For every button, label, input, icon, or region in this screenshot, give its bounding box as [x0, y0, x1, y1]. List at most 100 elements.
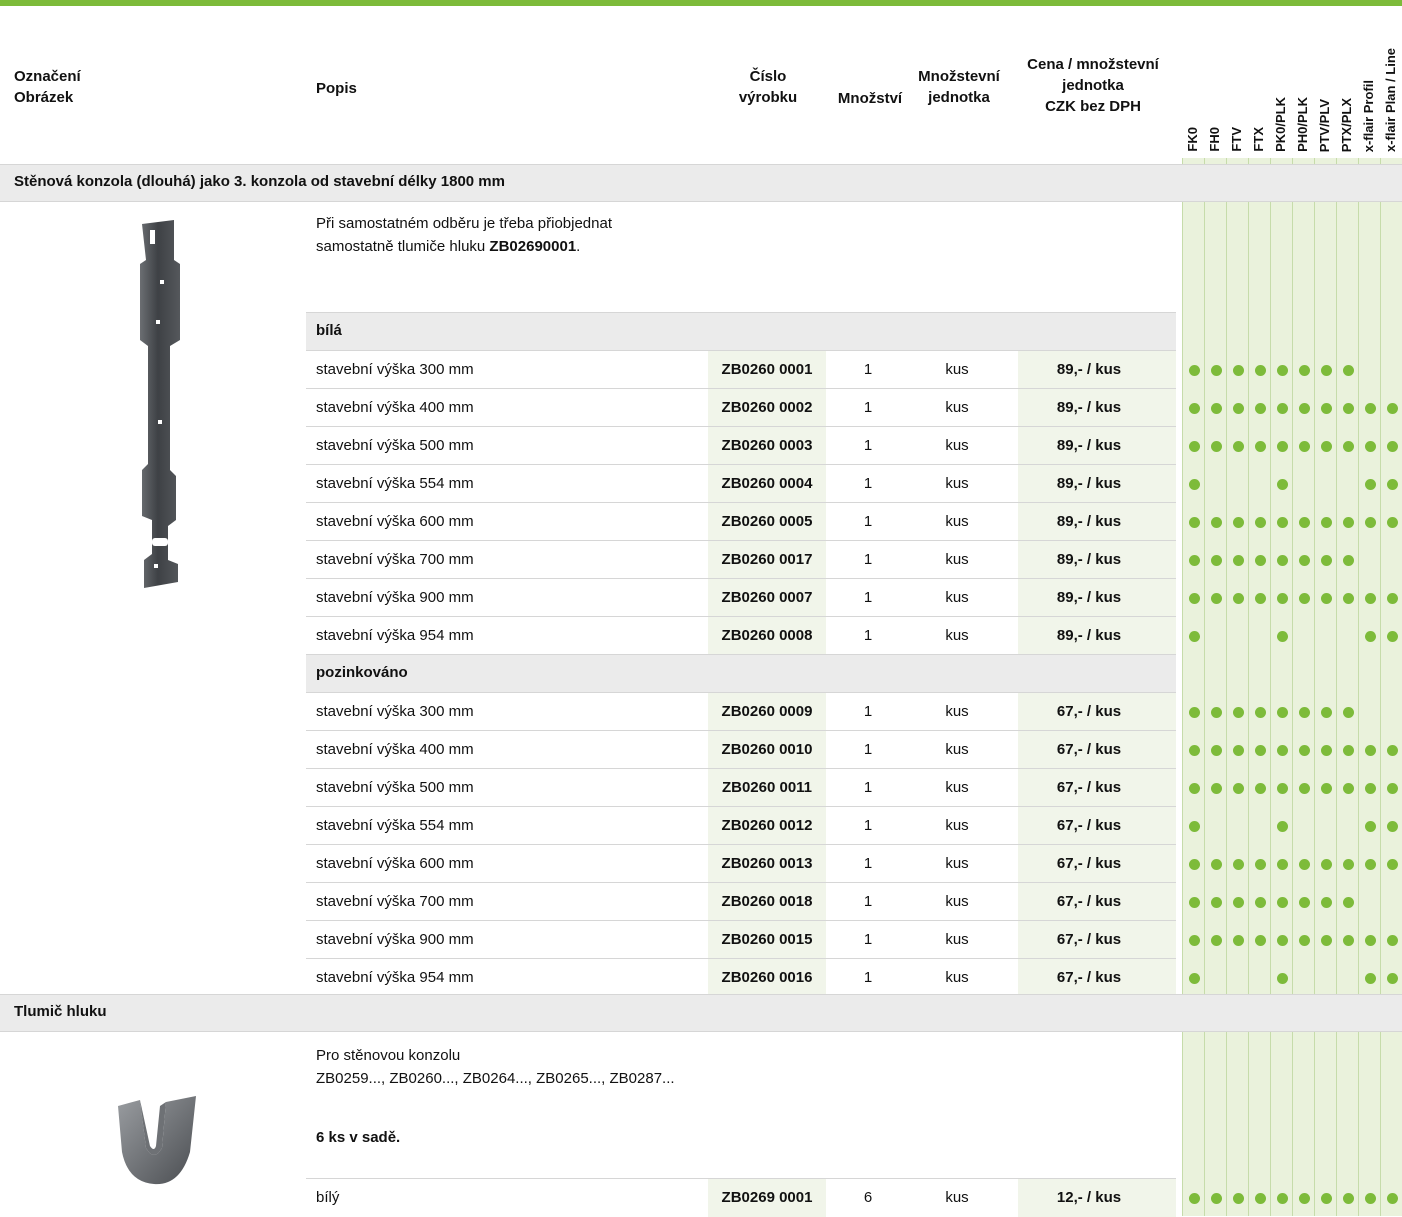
- header-oznaceni-label: Označení: [14, 68, 81, 85]
- cell-mj: kus: [945, 551, 969, 568]
- compatibility-dot: [1233, 745, 1244, 756]
- cell-popis: stavební výška 600 mm: [316, 513, 474, 530]
- table-row: stavební výška 400 mm ZB0260 0002 1 kus 89,-…: [306, 388, 1176, 427]
- wall-bracket-image: [134, 220, 192, 595]
- cell-mj: kus: [945, 969, 969, 986]
- compatibility-row: [1176, 958, 1402, 996]
- compatibility-dot: [1299, 745, 1310, 756]
- cell-mj: kus: [945, 399, 969, 416]
- column-header-label: x-flair Profil: [1361, 79, 1376, 152]
- section2-description: Pro stěnovou konzolu ZB0259..., ZB0260..…: [316, 1044, 675, 1149]
- header-cena: Cena / množstevní jednotka CZK bez DPH: [1016, 54, 1170, 117]
- compatibility-dot: [1387, 517, 1398, 528]
- compatibility-dot: [1233, 1193, 1244, 1204]
- header-cena-line2: jednotka: [1062, 77, 1124, 94]
- compatibility-dot: [1211, 403, 1222, 414]
- compatibility-dot: [1255, 555, 1266, 566]
- column-header-label: x-flair Plan / Line: [1383, 47, 1398, 152]
- compatibility-dot: [1299, 783, 1310, 794]
- cell-cena: 67,- / kus: [1056, 741, 1122, 758]
- cell-cislo: ZB0260 0011: [721, 779, 813, 796]
- table-row: bílý ZB0269 0001 6 kus 12,- / kus: [306, 1178, 1176, 1217]
- table-row: stavební výška 600 mm ZB0260 0005 1 kus 89,-…: [306, 502, 1176, 541]
- cell-popis: stavební výška 700 mm: [316, 551, 474, 568]
- compatibility-dot: [1343, 1193, 1354, 1204]
- compatibility-dot: [1277, 783, 1288, 794]
- compatibility-row: [1176, 692, 1402, 730]
- cell-popis: stavební výška 500 mm: [316, 437, 474, 454]
- section1-desc-line1: Při samostatném odběru je třeba přiobjed…: [316, 215, 613, 232]
- compatibility-dot: [1365, 821, 1376, 832]
- table-row: stavební výška 600 mm ZB0260 0013 1 kus 67,-…: [306, 844, 1176, 883]
- header-mj-line1: Množstevní: [918, 68, 1000, 85]
- cell-cislo: ZB0269 0001: [721, 1189, 813, 1206]
- column-header: FTX: [1248, 8, 1270, 158]
- cell-cena: 89,- / kus: [1056, 399, 1122, 416]
- compatibility-dot: [1211, 555, 1222, 566]
- column-header: PK0/PLK: [1270, 8, 1292, 158]
- compatibility-dot: [1343, 745, 1354, 756]
- compatibility-dot: [1277, 707, 1288, 718]
- compatibility-dot: [1387, 821, 1398, 832]
- compatibility-dot: [1321, 1193, 1332, 1204]
- compatibility-dot: [1321, 859, 1332, 870]
- compatibility-dot: [1387, 935, 1398, 946]
- cell-popis: stavební výška 400 mm: [316, 741, 474, 758]
- cell-mn: 1: [863, 551, 873, 568]
- compatibility-dot: [1299, 365, 1310, 376]
- compatibility-dot: [1189, 555, 1200, 566]
- compatibility-row: [1176, 920, 1402, 958]
- compatibility-dot: [1277, 555, 1288, 566]
- compatibility-dot: [1233, 593, 1244, 604]
- compatibility-dot: [1343, 593, 1354, 604]
- column-header: PTX/PLX: [1336, 8, 1358, 158]
- column-header-label: PH0/PLK: [1295, 97, 1310, 152]
- cell-mj: kus: [945, 361, 969, 378]
- compatibility-row: [1176, 464, 1402, 502]
- cell-mn: 1: [863, 969, 873, 986]
- compatibility-headers: FK0 FH0 FTV FTX PK0/PLK PH0/PLK PTV/PLV PTX/PLX…: [1176, 8, 1402, 158]
- cell-mn: 1: [863, 513, 873, 530]
- compatibility-dot: [1211, 897, 1222, 908]
- cell-cislo: ZB0260 0003: [721, 437, 813, 454]
- table-row: stavební výška 300 mm ZB0260 0001 1 kus 89,-…: [306, 350, 1176, 389]
- compatibility-dot: [1211, 783, 1222, 794]
- column-header: FTV: [1226, 8, 1248, 158]
- compatibility-dot: [1189, 821, 1200, 832]
- cell-cena: 67,- / kus: [1056, 893, 1122, 910]
- column-header-label: FTX: [1251, 127, 1266, 152]
- cell-cislo: ZB0260 0012: [721, 817, 813, 834]
- compatibility-dot: [1343, 365, 1354, 376]
- compatibility-dot: [1255, 365, 1266, 376]
- group-header-label: bílá: [316, 322, 342, 339]
- compatibility-dot: [1233, 365, 1244, 376]
- grid-column: [1226, 158, 1249, 1216]
- compatibility-dot: [1321, 403, 1332, 414]
- grid-column: [1182, 158, 1205, 1216]
- compatibility-dot: [1299, 517, 1310, 528]
- compatibility-dot: [1365, 859, 1376, 870]
- cell-cena: 67,- / kus: [1056, 817, 1122, 834]
- compatibility-dot: [1255, 859, 1266, 870]
- column-header: PTV/PLV: [1314, 8, 1336, 158]
- compatibility-row: [1176, 616, 1402, 654]
- compatibility-dot: [1255, 1193, 1266, 1204]
- grid-column: [1358, 158, 1381, 1216]
- compatibility-dot: [1277, 745, 1288, 756]
- compatibility-row: [1176, 502, 1402, 540]
- compatibility-dot: [1299, 897, 1310, 908]
- compatibility-dot: [1189, 973, 1200, 984]
- cell-cislo: ZB0260 0005: [721, 513, 813, 530]
- column-header: PH0/PLK: [1292, 8, 1314, 158]
- compatibility-dot: [1211, 593, 1222, 604]
- column-header-label: PK0/PLK: [1273, 97, 1288, 152]
- cell-mn: 1: [863, 893, 873, 910]
- noise-damper-image: [110, 1092, 206, 1193]
- table-row: stavební výška 900 mm ZB0260 0015 1 kus 67,-…: [306, 920, 1176, 959]
- section-noise-damper-title: Tlumič hluku: [14, 1003, 107, 1020]
- compatibility-dot: [1189, 517, 1200, 528]
- column-header-label: FH0: [1207, 127, 1222, 152]
- cell-mj: kus: [945, 703, 969, 720]
- header-cena-line3: CZK bez DPH: [1045, 98, 1141, 115]
- compatibility-dot: [1233, 517, 1244, 528]
